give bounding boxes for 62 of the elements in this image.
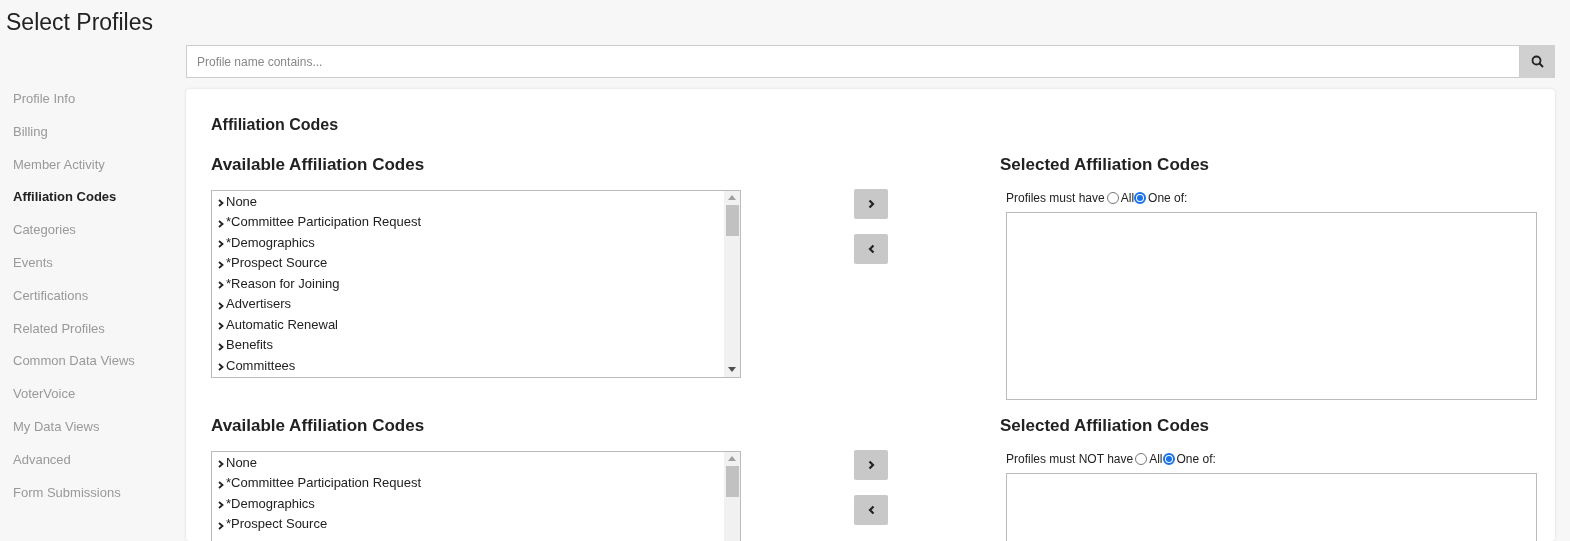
search-icon — [1531, 55, 1544, 68]
radio-label: One of: — [1148, 190, 1188, 207]
search-field[interactable]: Profile name contains... — [186, 45, 1520, 78]
list-item[interactable]: *Demographics — [218, 493, 724, 514]
remove-button[interactable] — [854, 234, 888, 264]
add-button[interactable] — [854, 189, 888, 219]
list-item[interactable]: None — [218, 452, 724, 473]
page-title: Select Profiles — [6, 9, 153, 35]
chevron-left-icon — [867, 244, 875, 254]
list-item[interactable]: *Committee Participation Request — [218, 211, 724, 232]
scroll-up-icon[interactable] — [728, 195, 736, 200]
scroll-thumb[interactable] — [725, 205, 739, 236]
list-item[interactable]: *Prospect Source — [218, 513, 724, 534]
chevron-icon — [218, 199, 224, 208]
list-item[interactable]: *Demographics — [218, 232, 724, 253]
add-button[interactable] — [854, 450, 888, 480]
list-item[interactable]: Advertisers — [218, 293, 724, 314]
section-heading: Selected Affiliation Codes — [1000, 416, 1210, 435]
scroll-down-icon[interactable] — [728, 367, 736, 372]
chevron-icon — [218, 219, 224, 228]
rule-label: Profiles must NOT have — [1006, 451, 1134, 468]
scroll-up-icon[interactable] — [728, 456, 736, 461]
chevron-icon — [218, 301, 224, 310]
available-list[interactable]: None *Committee Participation Request *Demographics *Prospect Source *Reason for Joining Advertisers Automatic Renewal Benefits Committees — [211, 190, 741, 378]
chevron-icon — [218, 363, 224, 372]
chevron-icon — [218, 501, 224, 510]
radio-button[interactable] — [1162, 453, 1175, 465]
list-item[interactable]: None — [218, 191, 724, 212]
radio-button[interactable] — [1135, 453, 1148, 465]
card-title: Affiliation Codes — [211, 116, 339, 133]
rule-label: Profiles must have — [1006, 190, 1105, 207]
radio-button[interactable] — [1134, 192, 1147, 204]
radio-label: All — [1149, 451, 1163, 468]
list-item[interactable]: *Reason for Joining — [218, 273, 724, 294]
chevron-icon — [218, 281, 224, 290]
scroll-thumb[interactable] — [725, 466, 739, 497]
search-button[interactable] — [1520, 45, 1555, 78]
chevron-right-icon — [867, 460, 875, 470]
available-list[interactable]: None *Committee Participation Request *Demographics *Prospect Source — [211, 451, 741, 541]
chevron-icon — [218, 342, 224, 351]
radio-label: One of: — [1176, 451, 1216, 468]
section-heading: Available Affiliation Codes — [211, 155, 425, 174]
chevron-icon — [218, 460, 224, 469]
radio-label: All — [1120, 190, 1135, 207]
list-item[interactable]: Benefits — [218, 334, 724, 355]
list-item[interactable]: Committees — [218, 355, 724, 376]
chevron-icon — [218, 521, 224, 530]
chevron-icon — [218, 260, 224, 269]
chevron-icon — [218, 322, 224, 331]
radio-button[interactable] — [1106, 192, 1119, 204]
section-heading: Selected Affiliation Codes — [1000, 155, 1210, 174]
section-heading: Available Affiliation Codes — [211, 416, 425, 435]
chevron-icon — [218, 240, 224, 249]
list-item[interactable]: Automatic Renewal — [218, 314, 724, 335]
list-item[interactable]: *Committee Participation Request — [218, 472, 724, 493]
chevron-icon — [218, 480, 224, 489]
chevron-right-icon — [867, 199, 875, 209]
scrollbar[interactable] — [724, 191, 740, 377]
list-item[interactable]: *Prospect Source — [218, 252, 724, 273]
remove-button[interactable] — [854, 495, 888, 525]
chevron-left-icon — [867, 505, 875, 515]
sidebar-item[interactable]: Affiliation Codes — [13, 189, 117, 206]
